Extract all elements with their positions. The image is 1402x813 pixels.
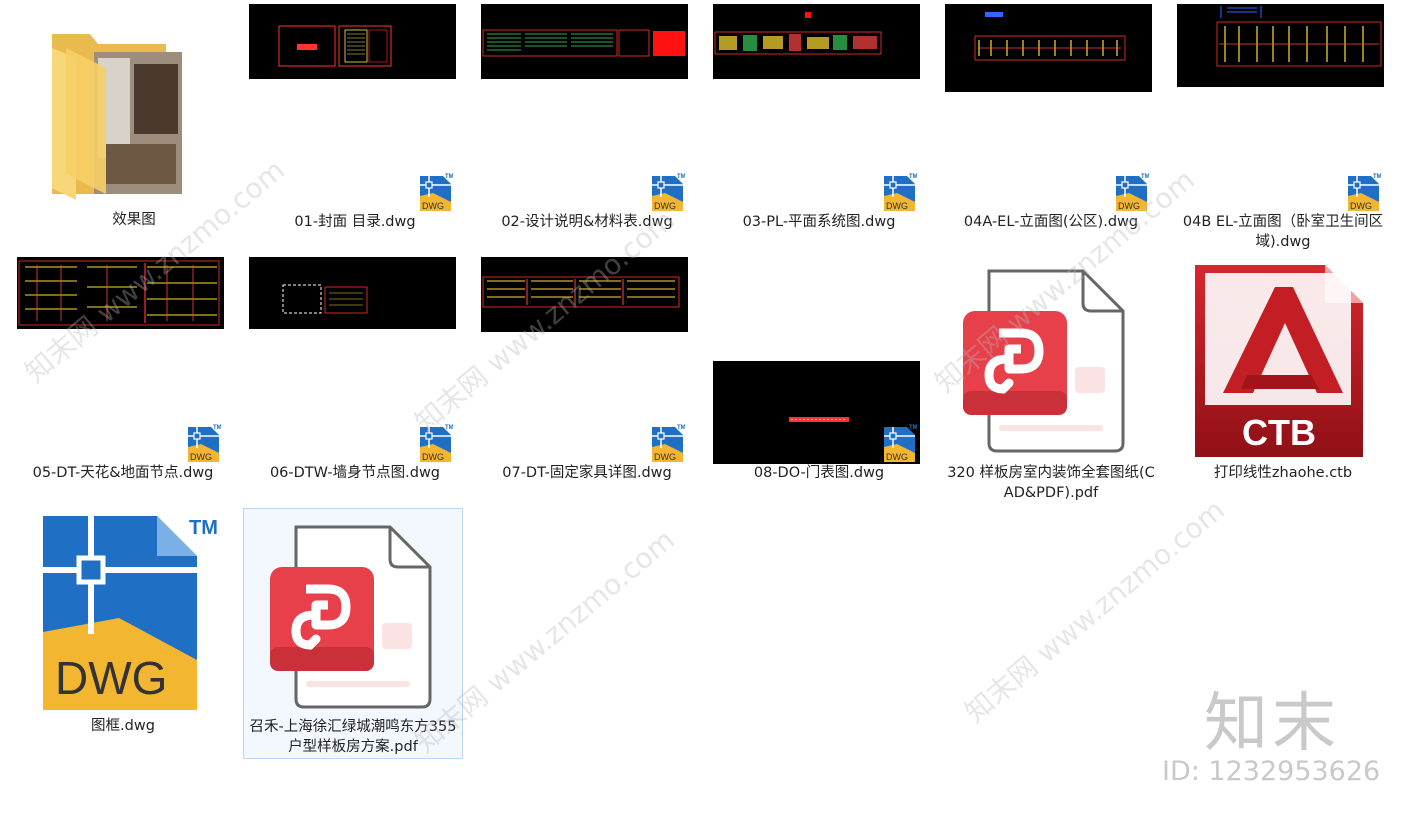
cad-thumbnail bbox=[945, 4, 1152, 92]
file-name: 02-设计说明&材料表.dwg bbox=[501, 214, 673, 230]
dwg-badge-icon: TM DWG bbox=[651, 172, 686, 212]
pdf-file-icon bbox=[959, 267, 1129, 453]
svg-text:CTB: CTB bbox=[1242, 412, 1316, 453]
dwg-badge-icon: TM DWG bbox=[883, 423, 918, 463]
file-name: 01-封面 目录.dwg bbox=[294, 214, 416, 230]
file-name: 06-DTW-墙身节点图.dwg bbox=[269, 465, 441, 481]
svg-text:TM: TM bbox=[445, 425, 453, 431]
svg-text:TM: TM bbox=[909, 174, 917, 180]
file-name: 05-DT-天花&地面节点.dwg bbox=[32, 465, 214, 481]
cad-thumbnail bbox=[481, 4, 688, 79]
svg-text:TM: TM bbox=[677, 425, 685, 431]
file-name: 召禾-上海徐汇绿城潮鸣东方355户型样板房方案.pdf bbox=[249, 719, 457, 755]
dwg-large-icon: TM DWG bbox=[41, 514, 223, 718]
cad-thumbnail bbox=[17, 257, 224, 329]
file-item-folder-effect[interactable]: 效果图 bbox=[22, 4, 246, 250]
svg-text:DWG: DWG bbox=[190, 452, 212, 462]
svg-text:TM: TM bbox=[1141, 174, 1149, 180]
svg-text:TM: TM bbox=[213, 425, 221, 431]
dwg-badge-icon: TM DWG bbox=[1347, 172, 1382, 212]
cad-thumbnail bbox=[713, 4, 920, 79]
svg-text:DWG: DWG bbox=[55, 652, 167, 704]
file-name: 打印线性zhaohe.ctb bbox=[1213, 465, 1353, 481]
file-item-dwg-cover[interactable]: TM DWG 01-封面 目录.dwg bbox=[243, 4, 467, 250]
file-item-dwg-elevation-bedroom[interactable]: TM DWG 04B EL-立面图（卧室卫生间区域).dwg bbox=[1171, 4, 1395, 250]
file-name: 320 样板房室内装饰全套图纸(CAD&PDF).pdf bbox=[947, 465, 1155, 501]
file-item-dwg-doors[interactable]: TM DWG 08-DO-门表图.dwg bbox=[707, 253, 931, 499]
pdf-file-icon bbox=[266, 523, 436, 709]
watermark-diagonal: 知末网 www.znzmo.com bbox=[958, 493, 1231, 730]
dwg-badge-icon: TM DWG bbox=[419, 423, 454, 463]
file-item-dwg-wall[interactable]: TM DWG 06-DTW-墙身节点图.dwg bbox=[243, 253, 467, 499]
cad-thumbnail bbox=[249, 4, 456, 79]
watermark-logo: 知末 bbox=[1204, 687, 1340, 761]
svg-text:DWG: DWG bbox=[654, 201, 676, 211]
svg-text:DWG: DWG bbox=[422, 201, 444, 211]
cad-thumbnail bbox=[249, 257, 456, 329]
svg-text:TM: TM bbox=[445, 174, 453, 180]
svg-text:TM: TM bbox=[909, 425, 917, 431]
dwg-badge-icon: TM DWG bbox=[1115, 172, 1150, 212]
cad-thumbnail bbox=[481, 257, 688, 332]
file-item-dwg-frame[interactable]: TM DWG 图框.dwg bbox=[11, 506, 235, 752]
svg-text:DWG: DWG bbox=[886, 452, 908, 462]
file-item-dwg-ceiling[interactable]: TM DWG 05-DT-天花&地面节点.dwg bbox=[11, 253, 235, 499]
svg-text:DWG: DWG bbox=[1118, 201, 1140, 211]
autocad-ctb-icon: CTB bbox=[1193, 263, 1365, 463]
svg-text:DWG: DWG bbox=[1350, 201, 1372, 211]
file-item-dwg-elevation-public[interactable]: TM DWG 04A-EL-立面图(公区).dwg bbox=[939, 4, 1163, 250]
file-item-dwg-plan[interactable]: TM DWG 03-PL-平面系统图.dwg bbox=[707, 4, 931, 250]
file-name: 图框.dwg bbox=[91, 718, 155, 734]
file-name: 效果图 bbox=[112, 212, 156, 228]
svg-text:TM: TM bbox=[1373, 174, 1381, 180]
file-name: 08-DO-门表图.dwg bbox=[753, 465, 885, 481]
watermark-id: ID: 1232953626 bbox=[1162, 756, 1381, 787]
dwg-badge-icon: TM DWG bbox=[187, 423, 222, 463]
file-item-dwg-design-notes[interactable]: TM DWG 02-设计说明&材料表.dwg bbox=[475, 4, 699, 250]
svg-text:DWG: DWG bbox=[886, 201, 908, 211]
svg-text:TM: TM bbox=[677, 174, 685, 180]
dwg-badge-icon: TM DWG bbox=[419, 172, 454, 212]
cad-thumbnail bbox=[1177, 4, 1384, 87]
file-item-pdf-full-set[interactable]: 320 样板房室内装饰全套图纸(CAD&PDF).pdf bbox=[939, 253, 1163, 501]
file-item-ctb[interactable]: CTB 打印线性zhaohe.ctb bbox=[1171, 253, 1395, 499]
file-name: 03-PL-平面系统图.dwg bbox=[742, 214, 896, 230]
file-item-pdf-scheme[interactable]: 召禾-上海徐汇绿城潮鸣东方355户型样板房方案.pdf bbox=[243, 508, 463, 759]
svg-text:DWG: DWG bbox=[422, 452, 444, 462]
file-name: 04B EL-立面图（卧室卫生间区域).dwg bbox=[1182, 214, 1384, 250]
file-name: 04A-EL-立面图(公区).dwg bbox=[963, 214, 1139, 230]
file-item-dwg-furniture[interactable]: TM DWG 07-DT-固定家具详图.dwg bbox=[475, 253, 699, 499]
svg-text:DWG: DWG bbox=[654, 452, 676, 462]
folder-icon bbox=[46, 24, 190, 204]
svg-text:TM: TM bbox=[189, 517, 218, 539]
file-name: 07-DT-固定家具详图.dwg bbox=[502, 465, 672, 481]
dwg-badge-icon: TM DWG bbox=[651, 423, 686, 463]
dwg-badge-icon: TM DWG bbox=[883, 172, 918, 212]
